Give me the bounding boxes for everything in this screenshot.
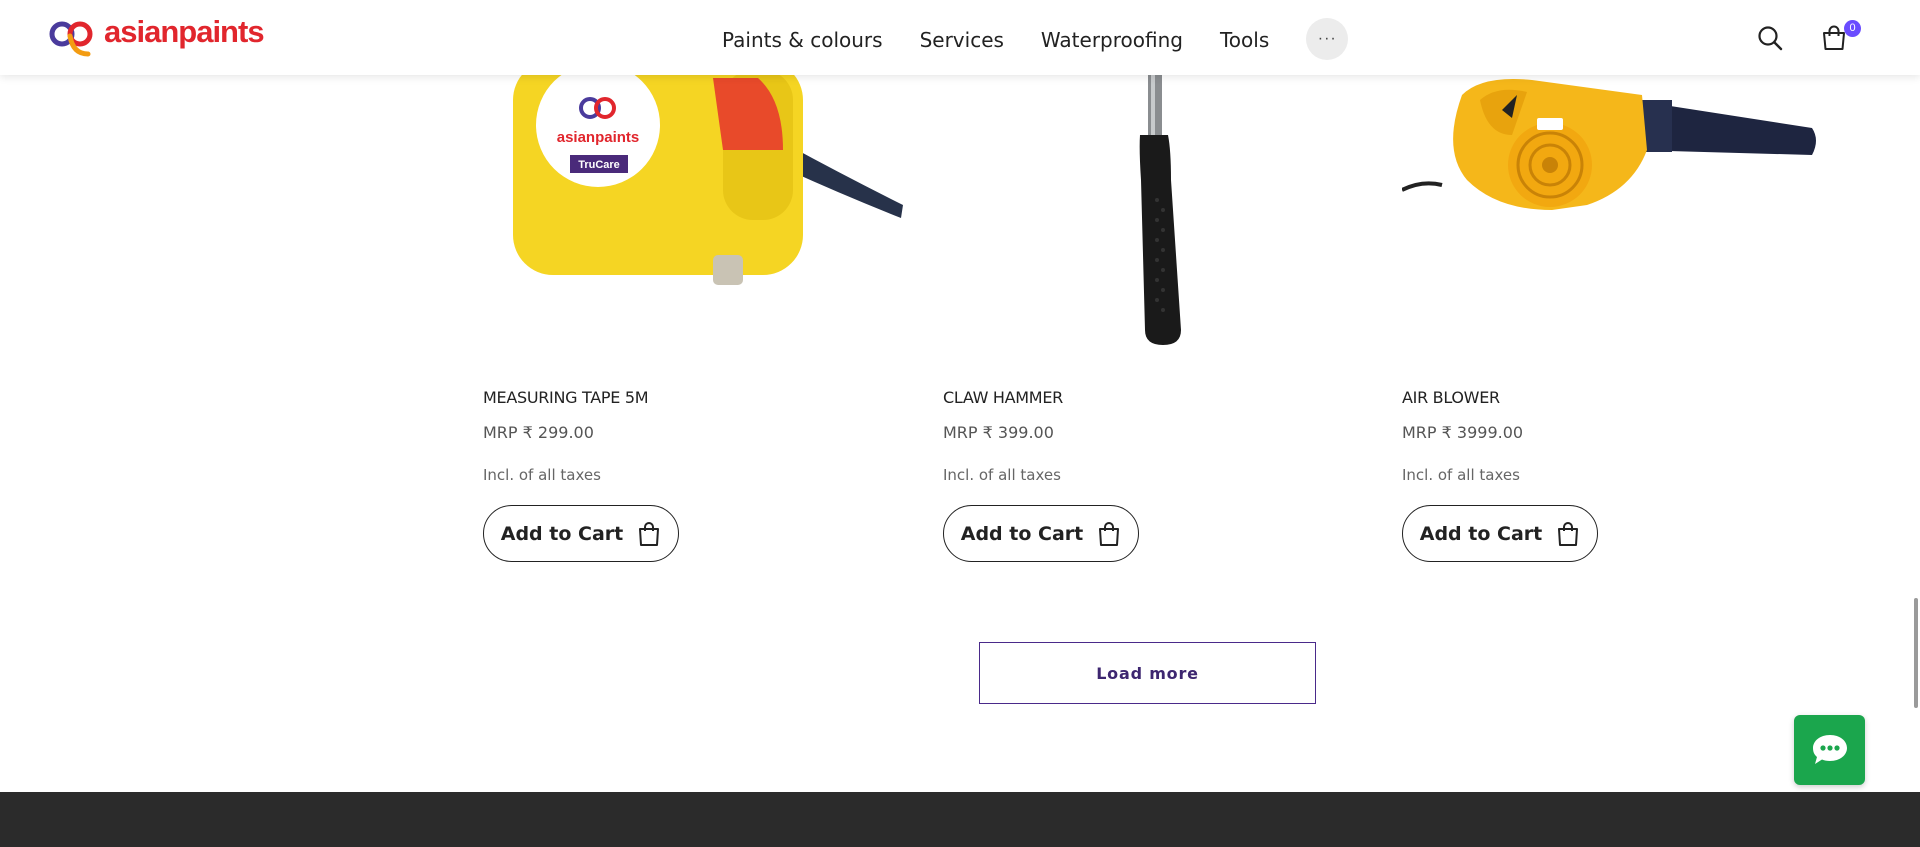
- tax-note: Incl. of all taxes: [483, 466, 601, 484]
- add-to-cart-button[interactable]: Add to Cart: [943, 505, 1139, 562]
- logo-mark-icon: [49, 21, 93, 57]
- product-name[interactable]: AIR BLOWER: [1402, 388, 1500, 407]
- main-nav: Paints & colours Services Waterproofing …: [722, 18, 1349, 60]
- tape-badge-text: TruCare: [578, 159, 620, 171]
- search-icon[interactable]: [1757, 25, 1783, 51]
- shopping-bag-icon: [1558, 521, 1579, 546]
- chat-button[interactable]: [1794, 715, 1865, 785]
- product-price: MRP ₹ 299.00: [483, 423, 594, 442]
- tape-brand-text: asianpaints: [557, 129, 640, 146]
- cart-count-badge: 0: [1844, 20, 1861, 37]
- more-menu-button[interactable]: ···: [1306, 18, 1349, 60]
- shopping-bag-icon: [1099, 521, 1120, 546]
- site-footer: [0, 792, 1920, 847]
- chat-bubble-icon: [1812, 735, 1847, 764]
- product-price: MRP ₹ 3999.00: [1402, 423, 1524, 442]
- page-scrollbar[interactable]: [1914, 598, 1918, 708]
- site-header: asianpaints Paints & colours Services Wa…: [0, 0, 1920, 75]
- product-name[interactable]: MEASURING TAPE 5M: [483, 388, 649, 407]
- tax-note: Incl. of all taxes: [943, 466, 1061, 484]
- shopping-bag-icon: [639, 521, 660, 546]
- nav-item-waterproofing[interactable]: Waterproofing: [1041, 22, 1183, 58]
- add-to-cart-label: Add to Cart: [960, 522, 1084, 545]
- asianpaints-logo[interactable]: asianpaints: [48, 14, 265, 58]
- logo-text: asianpaints: [104, 14, 265, 49]
- product-price: MRP ₹ 399.00: [943, 423, 1054, 442]
- add-to-cart-button[interactable]: Add to Cart: [483, 505, 679, 562]
- add-to-cart-label: Add to Cart: [500, 522, 624, 545]
- product-name[interactable]: CLAW HAMMER: [943, 388, 1063, 407]
- nav-item-tools[interactable]: Tools: [1220, 22, 1269, 58]
- load-more-label: Load more: [1096, 663, 1199, 683]
- tax-note: Incl. of all taxes: [1402, 466, 1520, 484]
- nav-item-paints-colours[interactable]: Paints & colours: [722, 22, 883, 58]
- load-more-button[interactable]: Load more: [979, 642, 1316, 704]
- add-to-cart-button[interactable]: Add to Cart: [1402, 505, 1598, 562]
- add-to-cart-label: Add to Cart: [1419, 522, 1543, 545]
- nav-item-services[interactable]: Services: [920, 22, 1004, 58]
